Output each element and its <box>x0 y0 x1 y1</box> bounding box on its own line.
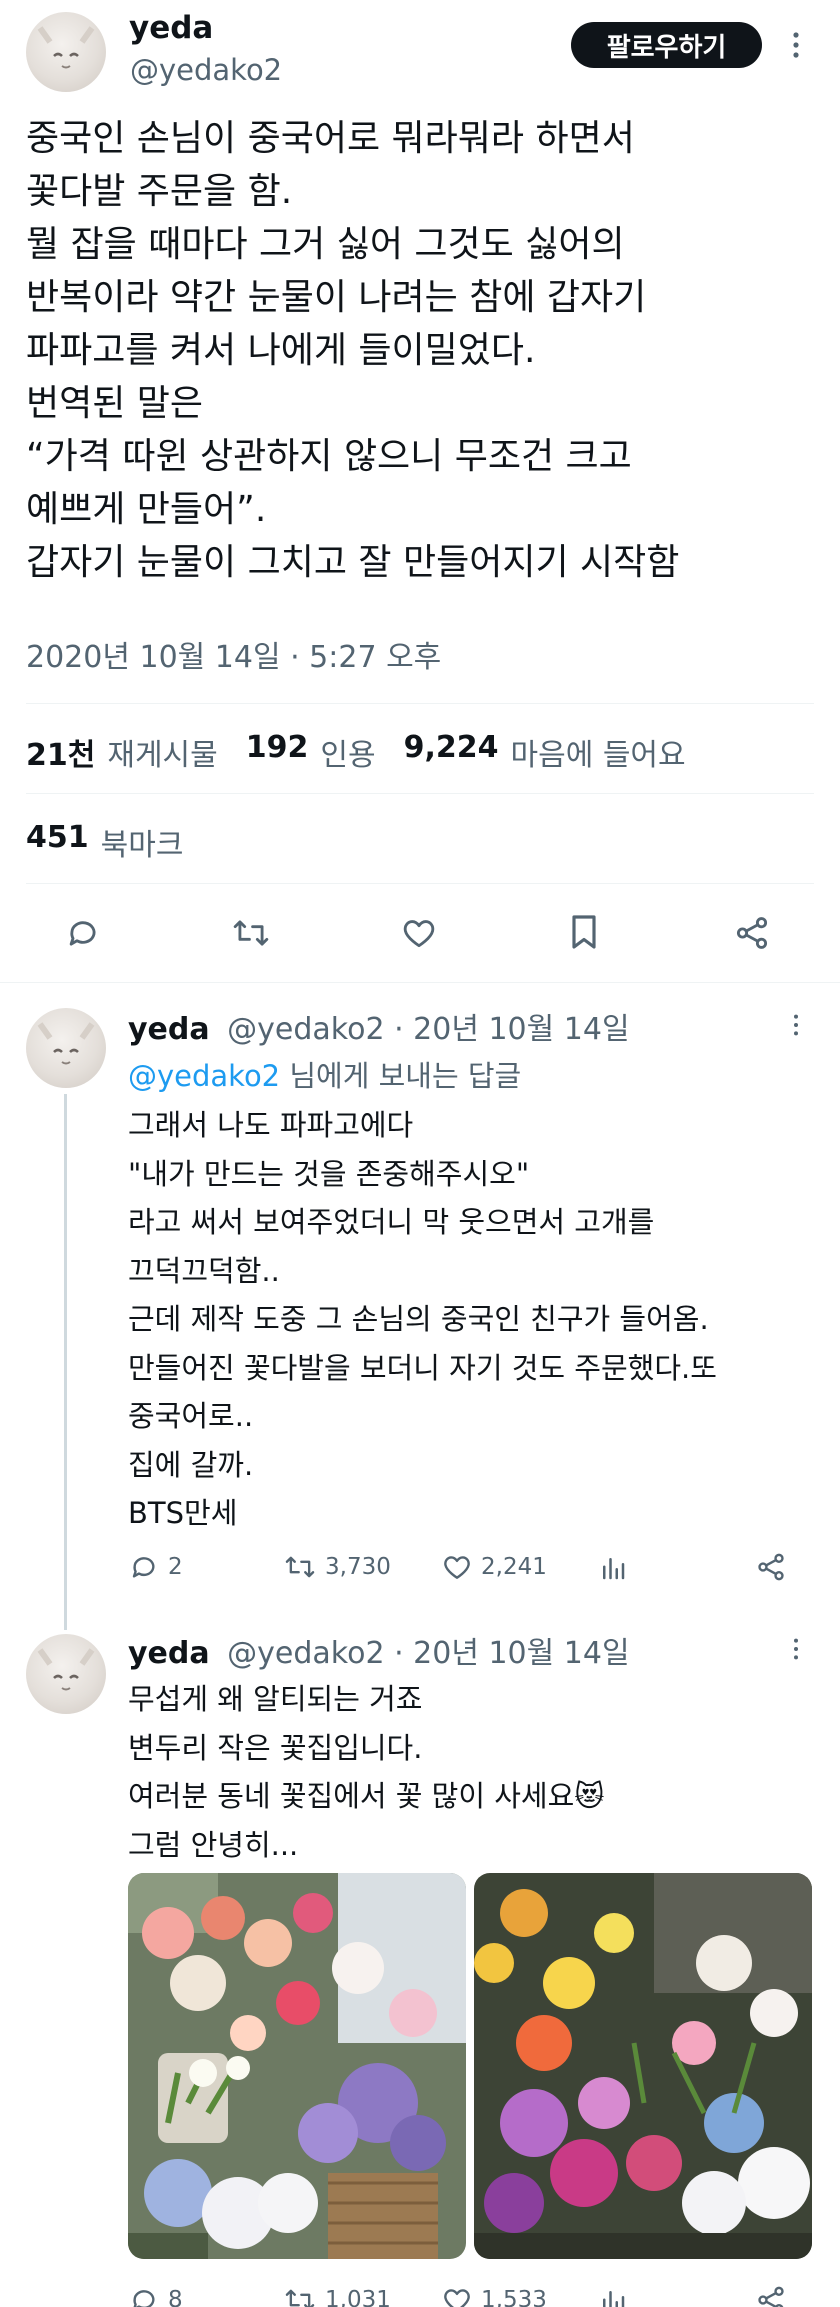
share-icon[interactable] <box>733 914 771 952</box>
reply-icon[interactable] <box>64 914 102 952</box>
reply-avatar[interactable] <box>26 1634 106 1714</box>
retweet-icon[interactable] <box>230 914 272 952</box>
reply-count: 2 <box>168 1554 183 1580</box>
retweet-icon <box>283 2284 317 2307</box>
reply-icon <box>128 1551 160 1583</box>
like-count[interactable]: 9,224 <box>404 730 499 774</box>
author-name[interactable]: yeda <box>129 10 213 46</box>
like-icon <box>441 1551 473 1583</box>
retweet-count[interactable]: 21천 <box>26 730 95 774</box>
section-divider <box>0 982 840 983</box>
main-avatar[interactable] <box>26 12 106 92</box>
engagement-stats: 21천 재게시물 192 인용 9,224 마음에 들어요 <box>26 730 686 774</box>
bookmark-count: 451 <box>26 820 89 855</box>
more-icon[interactable] <box>786 1010 806 1040</box>
share-icon[interactable] <box>755 1551 787 1583</box>
reply-count: 8 <box>168 2287 183 2307</box>
like-count: 2,241 <box>481 1554 547 1580</box>
reply-meta[interactable]: @yedako2 · 20년 10월 14일 <box>227 1636 629 1671</box>
reply-avatar[interactable] <box>26 1008 106 1088</box>
retweet-icon <box>283 1551 317 1583</box>
like-count: 1,533 <box>481 2287 547 2307</box>
reply-action[interactable]: 8 <box>128 2284 183 2307</box>
views-icon[interactable] <box>598 2286 628 2307</box>
like-action[interactable]: 2,241 <box>441 1551 547 1583</box>
bookmark-label: 북마크 <box>100 828 184 863</box>
tweet-body: 중국인 손님이 중국어로 뭐라뭐라 하면서 꽃다발 주문을 함. 뭘 잡을 때마… <box>26 118 680 583</box>
retweet-label[interactable]: 재게시물 <box>107 730 217 774</box>
divider <box>26 703 814 704</box>
reply-header: yeda @yedako2 · 20년 10월 14일 <box>128 1004 630 1048</box>
more-icon[interactable] <box>784 28 808 62</box>
divider <box>26 793 814 794</box>
reply-icon <box>128 2284 160 2307</box>
follow-button[interactable]: 팔로우하기 <box>571 22 762 68</box>
retweet-count: 3,730 <box>325 1554 391 1580</box>
tweet-timestamp[interactable]: 2020년 10월 14일 · 5:27 오후 <box>26 632 441 676</box>
share-icon[interactable] <box>755 2284 787 2307</box>
replying-to: @yedako2 님에게 보내는 답글 <box>128 1053 521 1095</box>
reply-author-name[interactable]: yeda <box>128 1636 210 1671</box>
bookmark-icon[interactable] <box>566 912 602 952</box>
like-icon[interactable] <box>399 914 439 952</box>
flower-photo[interactable] <box>128 1873 466 2259</box>
reply-body: 그래서 나도 파파고에다 "내가 만드는 것을 존중해주시오" 라고 써서 보여… <box>128 1108 717 1530</box>
reply-author-name[interactable]: yeda <box>128 1012 210 1047</box>
like-action[interactable]: 1,533 <box>441 2284 547 2307</box>
flower-photo[interactable] <box>474 1873 812 2259</box>
thread-line <box>64 1094 67 1630</box>
like-icon <box>441 2284 473 2307</box>
replying-to-label: 님에게 보내는 답글 <box>280 1059 522 1093</box>
views-icon[interactable] <box>598 1553 628 1583</box>
retweet-action[interactable]: 1,031 <box>283 2284 391 2307</box>
author-handle[interactable]: @yedako2 <box>130 53 282 87</box>
retweet-count: 1,031 <box>325 2287 391 2307</box>
divider <box>26 883 814 884</box>
quote-label[interactable]: 인용 <box>320 730 375 774</box>
quote-count[interactable]: 192 <box>246 730 309 774</box>
retweet-action[interactable]: 3,730 <box>283 1551 391 1583</box>
reply-meta[interactable]: @yedako2 · 20년 10월 14일 <box>227 1012 629 1047</box>
bookmark-stats[interactable]: 451 북마크 <box>26 820 183 864</box>
reply-body: 무섭게 왜 알티되는 거죠 변두리 작은 꽃집입니다. 여러분 동네 꽃집에서 … <box>128 1682 605 1862</box>
more-icon[interactable] <box>786 1634 806 1664</box>
replying-to-handle[interactable]: @yedako2 <box>128 1059 280 1093</box>
reply-action[interactable]: 2 <box>128 1551 183 1583</box>
reply-header: yeda @yedako2 · 20년 10월 14일 <box>128 1628 630 1672</box>
like-label[interactable]: 마음에 들어요 <box>511 730 686 774</box>
